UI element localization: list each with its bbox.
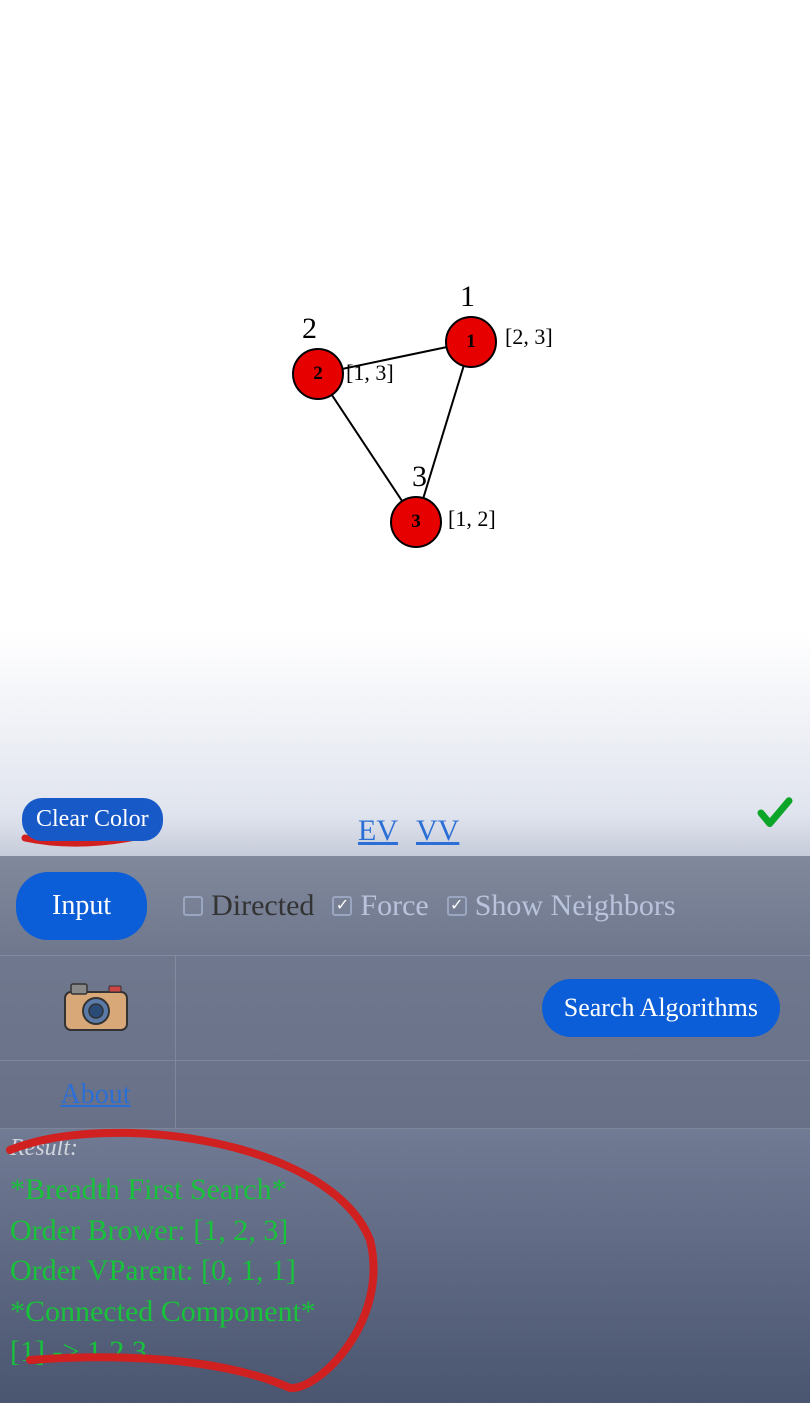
about-link[interactable]: About <box>61 1079 131 1111</box>
directed-checkbox[interactable] <box>183 896 203 916</box>
graph-node-2[interactable]: 2 <box>292 348 344 400</box>
graph-node-3[interactable]: 3 <box>390 496 442 548</box>
clear-color-button[interactable]: Clear Color <box>22 798 163 841</box>
graph-node-1[interactable]: 1 <box>445 316 497 368</box>
show-neighbors-checkbox[interactable] <box>447 896 467 916</box>
force-checkbox-wrap[interactable]: Force <box>332 889 428 923</box>
show-neighbors-label: Show Neighbors <box>475 889 676 923</box>
node-label-3: 3 <box>412 460 427 494</box>
result-line-1: Order Brower: [1, 2, 3] <box>10 1211 800 1252</box>
result-line-0: *Breadth First Search* <box>10 1170 800 1211</box>
graph-edges <box>0 0 810 785</box>
input-button[interactable]: Input <box>16 872 147 940</box>
graph-canvas[interactable]: 11[2, 3]22[1, 3]33[1, 2] <box>0 0 810 785</box>
camera-icon[interactable] <box>61 980 131 1037</box>
node-neighbors-2: [1, 3] <box>346 360 394 386</box>
directed-checkbox-wrap[interactable]: Directed <box>183 889 314 923</box>
show-neighbors-checkbox-wrap[interactable]: Show Neighbors <box>447 889 676 923</box>
directed-label: Directed <box>211 889 314 923</box>
result-label: Result: <box>10 1135 800 1162</box>
result-line-2: Order VParent: [0, 1, 1] <box>10 1251 800 1292</box>
node-neighbors-3: [1, 2] <box>448 506 496 532</box>
result-line-4: [1] -> 1 2 3 <box>10 1332 800 1373</box>
result-line-3: *Connected Component* <box>10 1292 800 1333</box>
control-panel: Input Directed Force Show Neighbors <box>0 856 810 1129</box>
ev-link[interactable]: EV <box>358 814 398 848</box>
force-checkbox[interactable] <box>332 896 352 916</box>
force-label: Force <box>360 889 428 923</box>
result-area: Result: *Breadth First Search*Order Brow… <box>0 1129 810 1379</box>
node-label-2: 2 <box>302 312 317 346</box>
node-neighbors-1: [2, 3] <box>505 324 553 350</box>
node-label-1: 1 <box>460 280 475 314</box>
search-algorithms-button[interactable]: Search Algorithms <box>542 979 780 1037</box>
vv-link[interactable]: VV <box>416 814 459 848</box>
